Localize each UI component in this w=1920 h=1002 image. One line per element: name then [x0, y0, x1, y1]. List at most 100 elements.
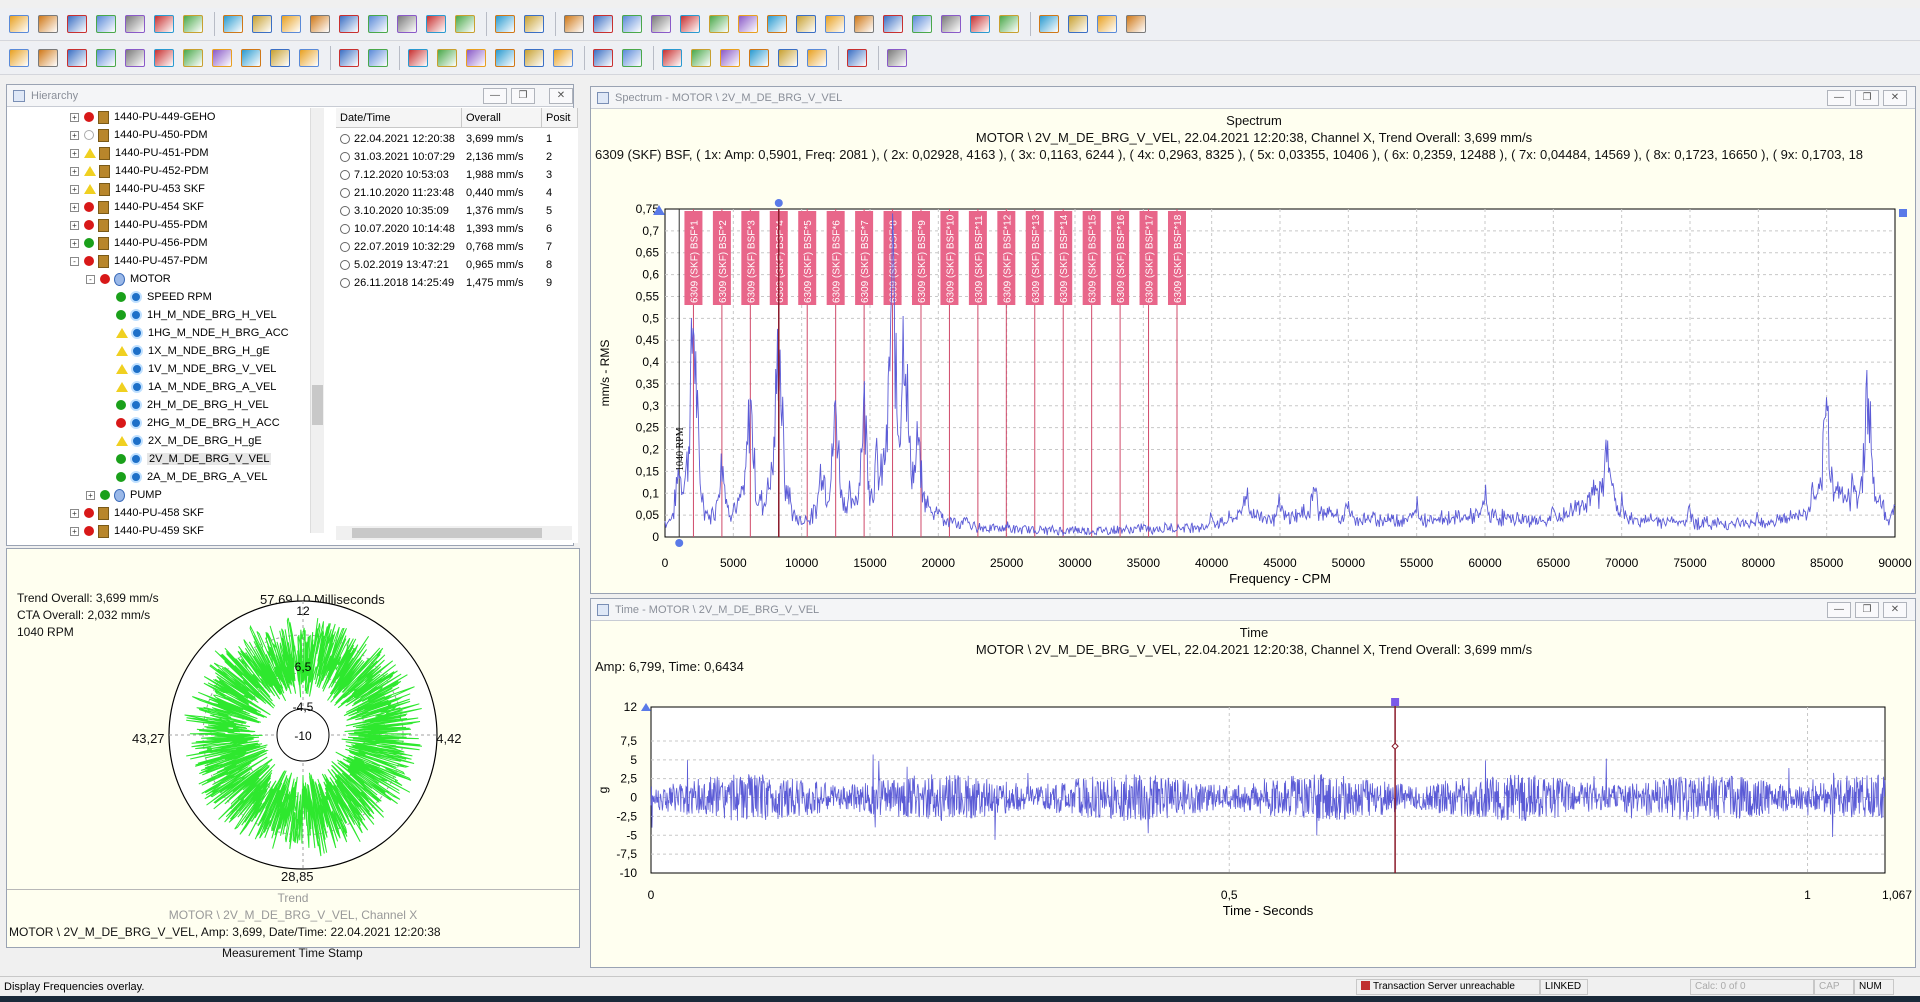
spec7-button[interactable]	[267, 45, 293, 71]
expand-icon[interactable]: +	[70, 508, 79, 518]
expand-icon[interactable]: +	[70, 130, 79, 140]
help-button[interactable]	[434, 45, 460, 71]
calendar-button[interactable]	[365, 11, 391, 37]
db-button[interactable]	[6, 11, 32, 37]
layout9-button[interactable]	[1123, 11, 1149, 37]
spectrum-minimize-button[interactable]: —	[1827, 90, 1851, 106]
overlay-button[interactable]	[590, 45, 616, 71]
play-button[interactable]	[619, 45, 645, 71]
spec4-button[interactable]	[180, 45, 206, 71]
tree-item[interactable]: +1440-PU-459 SKF	[70, 522, 204, 540]
spectrum-chart[interactable]: 0 0,05 0,1 0,15 0,2 0,25 0,3 0,35 0,4 0,45 0,5 0,55…	[591, 161, 1917, 595]
tool2-button[interactable]	[804, 45, 830, 71]
tree-item[interactable]: - MOTOR	[86, 270, 171, 288]
tree-scrollbar[interactable]	[310, 108, 324, 533]
spectrum-close-button[interactable]: ✕	[1883, 90, 1907, 106]
tree-item[interactable]: +1440-PU-456-PDM	[70, 234, 208, 252]
expand-icon[interactable]: +	[70, 148, 79, 158]
close-button[interactable]: ✕	[549, 88, 573, 104]
cursor3-button[interactable]	[793, 11, 819, 37]
orbit-button[interactable]	[296, 45, 322, 71]
report-button[interactable]	[93, 11, 119, 37]
table-row[interactable]: 3.10.2020 10:35:09 1,376 mm/s 5	[336, 202, 578, 220]
wave1-button[interactable]	[6, 45, 32, 71]
tree-item[interactable]: 1V_M_NDE_BRG_V_VEL	[102, 360, 276, 378]
magnify-button[interactable]	[550, 45, 576, 71]
arrow-button[interactable]	[405, 45, 431, 71]
tree-item[interactable]: +1440-PU-449-GEHO	[70, 108, 216, 126]
expand-icon[interactable]: +	[70, 112, 79, 122]
sideband-button[interactable]	[938, 11, 964, 37]
expand-icon[interactable]: +	[70, 238, 79, 248]
angle-button[interactable]	[884, 45, 910, 71]
tree-item[interactable]: + PUMP	[86, 486, 162, 504]
tree-item[interactable]: +1440-PU-453 SKF	[70, 180, 205, 198]
tree-item[interactable]: SPEED RPM	[102, 288, 212, 306]
minimize-button[interactable]: —	[483, 88, 507, 104]
db3-button[interactable]	[64, 11, 90, 37]
expand-icon[interactable]: +	[70, 184, 79, 194]
layout4-button[interactable]	[1094, 11, 1120, 37]
wave3-button[interactable]	[64, 45, 90, 71]
tree-item[interactable]: +1440-PU-455-PDM	[70, 216, 208, 234]
table-row[interactable]: 21.10.2020 11:23:48 0,440 mm/s 4	[336, 184, 578, 202]
tree-scroll-thumb[interactable]	[312, 385, 323, 425]
list-button[interactable]	[996, 11, 1022, 37]
spec2-button[interactable]	[122, 45, 148, 71]
list2-button[interactable]	[365, 45, 391, 71]
range-button[interactable]	[967, 11, 993, 37]
camera-button[interactable]	[307, 11, 333, 37]
table-row[interactable]: 26.11.2018 14:25:49 1,475 mm/s 9	[336, 274, 578, 292]
bar4-button[interactable]	[677, 11, 703, 37]
settings-button[interactable]	[452, 11, 478, 37]
table-button[interactable]	[180, 11, 206, 37]
peak-button[interactable]	[880, 11, 906, 37]
list-hscroll-thumb[interactable]	[352, 528, 542, 538]
spec-button[interactable]	[93, 45, 119, 71]
time-minimize-button[interactable]: —	[1827, 602, 1851, 618]
tree-item[interactable]: 1H_M_NDE_BRG_H_VEL	[102, 306, 277, 324]
trend2-button[interactable]	[151, 11, 177, 37]
col-position[interactable]: Posit	[542, 108, 578, 127]
time-maximize-button[interactable]: ❐	[1855, 602, 1879, 618]
compare-button[interactable]	[521, 45, 547, 71]
col-datetime[interactable]: Date/Time	[336, 108, 462, 127]
tree-item[interactable]: 1HG_M_NDE_H_BRG_ACC	[102, 324, 289, 342]
expand-icon[interactable]: +	[70, 220, 79, 230]
filter-button[interactable]	[492, 11, 518, 37]
tree-item[interactable]: 2HG_M_DE_BRG_H_ACC	[102, 414, 280, 432]
bar-button[interactable]	[590, 11, 616, 37]
list-hscrollbar[interactable]	[336, 526, 572, 540]
table-row[interactable]: 10.07.2020 10:14:48 1,393 mm/s 6	[336, 220, 578, 238]
alarm-button[interactable]	[336, 11, 362, 37]
time-close-button[interactable]: ✕	[1883, 602, 1907, 618]
table-row[interactable]: 22.04.2021 12:20:38 3,699 mm/s 1	[336, 130, 578, 148]
table-row[interactable]: 5.02.2019 13:47:21 0,965 mm/s 8	[336, 256, 578, 274]
expand-icon[interactable]: +	[70, 526, 79, 536]
tree-item[interactable]: 2A_M_DE_BRG_A_VEL	[102, 468, 267, 486]
table-row[interactable]: 22.07.2019 10:32:29 0,768 mm/s 7	[336, 238, 578, 256]
time-cursor-handle[interactable]	[1391, 698, 1400, 706]
wave2-button[interactable]	[35, 45, 61, 71]
zoom-button[interactable]	[561, 11, 587, 37]
db2-button[interactable]	[35, 11, 61, 37]
bar2-button[interactable]	[619, 11, 645, 37]
cursor-button[interactable]	[735, 11, 761, 37]
rpm-cursor-handle[interactable]	[675, 539, 684, 547]
expand-icon[interactable]: +	[86, 490, 95, 500]
collapse-icon[interactable]: -	[70, 256, 79, 266]
y-scale-handle[interactable]	[641, 703, 651, 711]
trend-button[interactable]	[122, 11, 148, 37]
tree-item[interactable]: +1440-PU-458 SKF	[70, 504, 204, 522]
filter2-button[interactable]	[659, 45, 685, 71]
spec6-button[interactable]	[238, 45, 264, 71]
tree-item[interactable]: +1440-PU-450-PDM	[70, 126, 208, 144]
info-button[interactable]	[394, 11, 420, 37]
tree-item[interactable]: +1440-PU-454 SKF	[70, 198, 204, 216]
scale-button[interactable]	[844, 45, 870, 71]
tree-item[interactable]: +1440-PU-452-PDM	[70, 162, 209, 180]
text-button[interactable]	[822, 11, 848, 37]
wave-button[interactable]	[706, 11, 732, 37]
harm-button[interactable]	[909, 11, 935, 37]
spectrum-maximize-button[interactable]: ❐	[1855, 90, 1879, 106]
